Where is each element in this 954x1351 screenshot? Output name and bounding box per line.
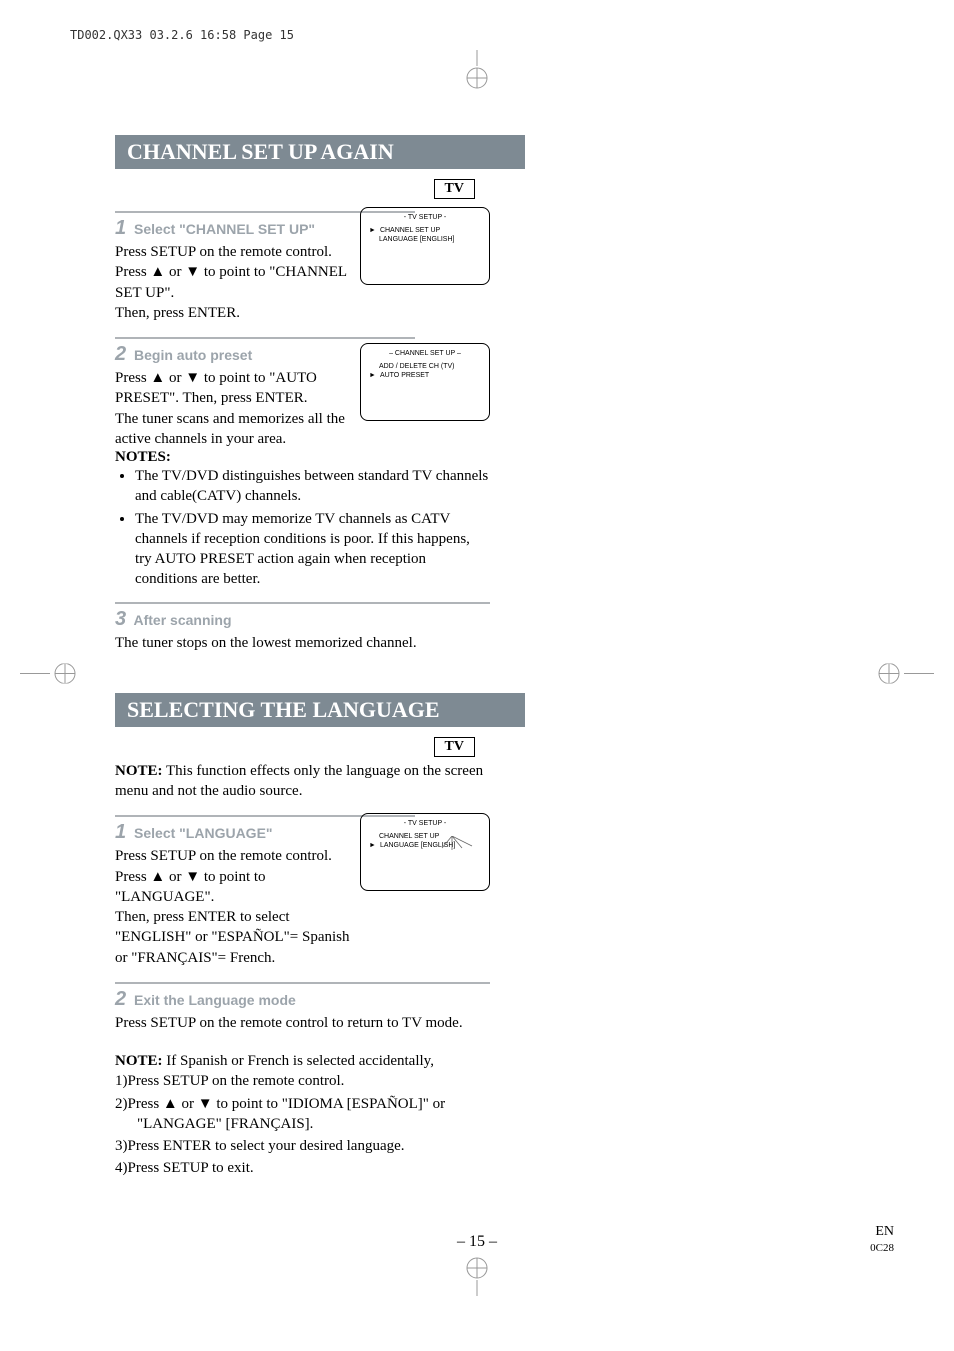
osd-title: - TV SETUP - bbox=[369, 820, 481, 827]
step2-body: Press ▲ or ▼ to point to "AUTO PRESET". … bbox=[115, 368, 350, 449]
step-number: 2 bbox=[115, 343, 126, 365]
step-label: Select "CHANNEL SET UP" bbox=[134, 221, 315, 237]
step1-body: Press SETUP on the remote control. Press… bbox=[115, 846, 360, 968]
osd-line: CHANNEL SET UP bbox=[380, 227, 440, 234]
section1-step3: 3 After scanning The tuner stops on the … bbox=[115, 602, 525, 653]
section2-postnote: NOTE: If Spanish or French is selected a… bbox=[115, 1051, 495, 1071]
registration-mark-right bbox=[874, 663, 934, 688]
notes-list: The TV/DVD distinguishes between standar… bbox=[135, 466, 525, 590]
step-label: Select "LANGUAGE" bbox=[134, 825, 273, 841]
pointer-icon: ► bbox=[369, 842, 376, 849]
osd-title: – CHANNEL SET UP – bbox=[369, 350, 481, 357]
osd-tvsetup-box2: - TV SETUP - CHANNEL SET UP ► LANGUAGE [… bbox=[360, 813, 490, 891]
note-label: NOTE: bbox=[115, 1053, 163, 1069]
page-code-num: 0C28 bbox=[870, 1242, 894, 1254]
list-item: 2)Press ▲ or ▼ to point to "IDIOMA [ESPA… bbox=[115, 1094, 475, 1135]
list-item: 3)Press ENTER to select your desired lan… bbox=[115, 1136, 525, 1156]
page-code-en: EN bbox=[875, 1224, 894, 1239]
step2-body: Press SETUP on the remote control to ret… bbox=[115, 1013, 485, 1033]
osd-line: LANGUAGE [ENGLISH] bbox=[380, 842, 455, 849]
note-item: The TV/DVD distinguishes between standar… bbox=[135, 466, 490, 507]
section2-step2: 2 Exit the Language mode Press SETUP on … bbox=[115, 982, 525, 1033]
notes-title: NOTES: bbox=[115, 449, 525, 466]
step-number: 2 bbox=[115, 988, 126, 1010]
note-text: If Spanish or French is selected acciden… bbox=[163, 1053, 434, 1069]
step-label: After scanning bbox=[134, 612, 232, 628]
osd-title: - TV SETUP - bbox=[369, 214, 481, 221]
section1-title: CHANNEL SET UP AGAIN bbox=[115, 135, 525, 169]
post-note-list: 1)Press SETUP on the remote control. 2)P… bbox=[115, 1071, 525, 1178]
section2-prenote: NOTE: This function effects only the lan… bbox=[115, 761, 485, 802]
tv-badge: TV bbox=[434, 179, 475, 199]
section2-step1: - TV SETUP - CHANNEL SET UP ► LANGUAGE [… bbox=[115, 815, 525, 968]
page-number: – 15 – bbox=[457, 1233, 497, 1251]
page-content: CHANNEL SET UP AGAIN TV - TV SETUP - ► CH… bbox=[115, 135, 525, 1181]
tv-badge: TV bbox=[434, 737, 475, 757]
page-code: EN 0C28 bbox=[870, 1224, 894, 1256]
osd-line: LANGUAGE [ENGLISH] bbox=[379, 236, 454, 243]
registration-mark-left bbox=[20, 663, 80, 688]
step2-title: 2 Exit the Language mode bbox=[115, 988, 525, 1011]
section1-step1: - TV SETUP - ► CHANNEL SET UP LANGUAGE [E… bbox=[115, 211, 525, 323]
step-label: Exit the Language mode bbox=[134, 992, 296, 1008]
step-number: 1 bbox=[115, 217, 126, 239]
pointer-icon: ► bbox=[369, 372, 376, 379]
step-number: 3 bbox=[115, 608, 126, 630]
step3-body: The tuner stops on the lowest memorized … bbox=[115, 633, 525, 653]
osd-tvsetup-box: - TV SETUP - ► CHANNEL SET UP LANGUAGE [E… bbox=[360, 207, 490, 285]
section2-title: SELECTING THE LANGUAGE bbox=[115, 693, 525, 727]
section1-step2: – CHANNEL SET UP – ADD / DELETE CH (TV) … bbox=[115, 337, 525, 590]
registration-mark-top bbox=[457, 50, 497, 95]
registration-mark-bottom bbox=[457, 1256, 497, 1301]
step1-body: Press SETUP on the remote control. Press… bbox=[115, 242, 360, 323]
list-item: 1)Press SETUP on the remote control. bbox=[115, 1071, 525, 1091]
osd-line: ADD / DELETE CH (TV) bbox=[379, 363, 454, 370]
osd-channel-setup-box: – CHANNEL SET UP – ADD / DELETE CH (TV) … bbox=[360, 343, 490, 421]
note-item: The TV/DVD may memorize TV channels as C… bbox=[135, 509, 490, 590]
note-label: NOTE: bbox=[115, 763, 163, 779]
step3-title: 3 After scanning bbox=[115, 608, 525, 631]
list-item: 4)Press SETUP to exit. bbox=[115, 1158, 525, 1178]
osd-line: AUTO PRESET bbox=[380, 372, 429, 379]
step-label: Begin auto preset bbox=[134, 347, 252, 363]
file-header: TD002.QX33 03.2.6 16:58 Page 15 bbox=[70, 28, 294, 42]
step-number: 1 bbox=[115, 821, 126, 843]
note-text: This function effects only the language … bbox=[115, 763, 483, 799]
pointer-icon: ► bbox=[369, 227, 376, 234]
